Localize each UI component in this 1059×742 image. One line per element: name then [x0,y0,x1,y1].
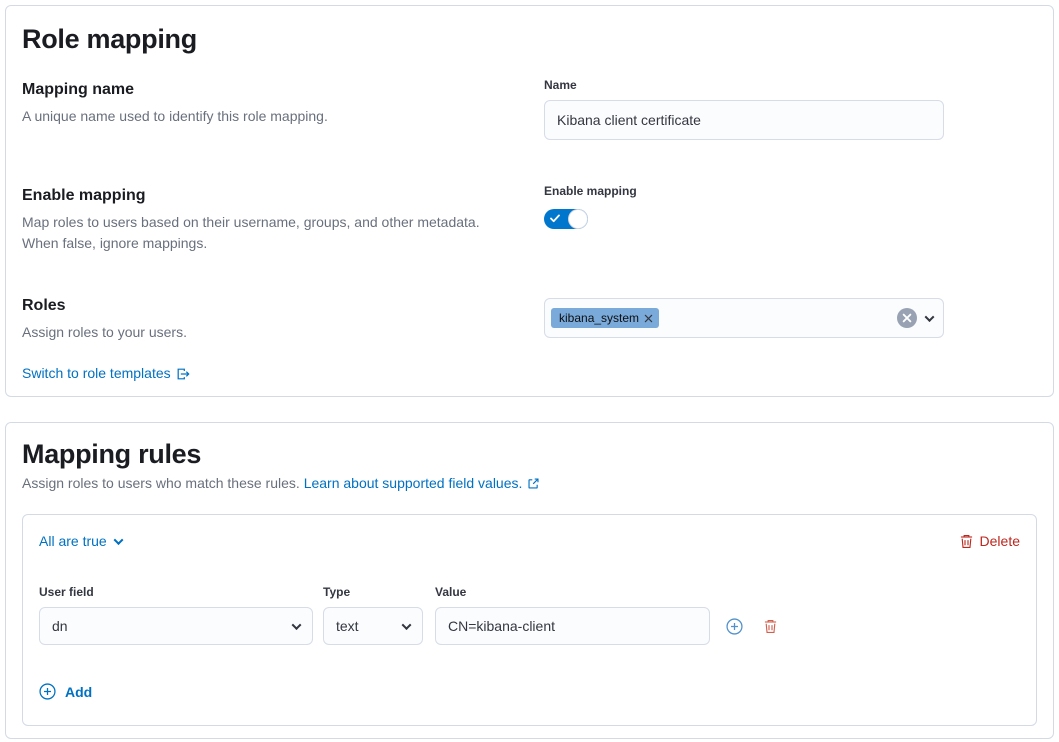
value-field-block: Value [435,585,710,645]
type-field-label: Type [323,585,423,600]
switch-link-row: Switch to role templates [22,363,1037,384]
enable-mapping-field-col: Enable mapping [544,184,944,254]
enable-mapping-toggle[interactable] [544,209,588,229]
role-badge[interactable]: kibana_system [551,308,659,328]
check-icon [550,214,560,223]
name-input[interactable] [544,100,944,140]
roles-combobox-controls [897,308,933,328]
mapping-name-field-col: Name [544,78,944,140]
rule-group-box: All are true Delete User field dn [22,514,1037,726]
add-rule-label: Add [65,684,92,700]
roles-combobox[interactable]: kibana_system [544,298,944,338]
badge-remove-icon[interactable] [644,314,653,323]
type-value: text [336,618,359,634]
roles-field-col: kibana_system [544,294,944,343]
user-field-value: dn [52,618,68,634]
enable-mapping-description: Map roles to users based on their userna… [22,212,504,254]
delete-group-button[interactable]: Delete [959,533,1020,549]
rule-row-actions [724,607,780,645]
enable-mapping-heading: Enable mapping [22,184,504,208]
role-mapping-panel: Role mapping Mapping name A unique name … [5,5,1054,397]
role-badge-label: kibana_system [559,309,639,327]
user-field-select[interactable]: dn [39,607,313,645]
roles-row: Roles Assign roles to your users. kibana… [22,294,1037,343]
roles-description-col: Roles Assign roles to your users. [22,294,544,343]
mapping-rules-title: Mapping rules [22,437,1037,471]
mapping-rules-description-text: Assign roles to users who match these ru… [22,475,300,491]
type-select[interactable]: text [323,607,423,645]
name-field-label: Name [544,78,944,93]
plus-in-circle-icon [39,683,56,700]
clear-selection-icon[interactable] [897,308,917,328]
enable-mapping-description-col: Enable mapping Map roles to users based … [22,184,544,254]
mapping-name-description: A unique name used to identify this role… [22,106,504,127]
mapping-rules-description: Assign roles to users who match these ru… [22,473,1037,494]
chevron-down-icon [402,620,412,630]
enable-mapping-row: Enable mapping Map roles to users based … [22,184,1037,254]
delete-rule-button[interactable] [760,616,780,636]
delete-group-label: Delete [980,533,1020,549]
condition-label: All are true [39,533,107,549]
trash-icon [763,619,778,634]
condition-dropdown[interactable]: All are true [39,533,122,549]
mapping-name-description-col: Mapping name A unique name used to ident… [22,78,544,140]
value-input[interactable] [435,607,710,645]
value-field-label: Value [435,585,710,600]
input-output-icon [176,367,190,381]
enable-mapping-toggle-label: Enable mapping [544,184,944,199]
add-rule-inline-button[interactable] [724,616,744,636]
learn-link-label: Learn about supported field values. [304,473,523,494]
type-field-block: Type text [323,585,423,645]
roles-description: Assign roles to your users. [22,322,504,343]
rule-group-header: All are true Delete [39,529,1020,553]
chevron-down-icon [292,620,302,630]
roles-heading: Roles [22,294,504,318]
add-rule-button[interactable]: Add [39,683,92,700]
chevron-down-icon [113,535,123,545]
switch-link-label: Switch to role templates [22,363,171,384]
mapping-name-heading: Mapping name [22,78,504,102]
rule-row: User field dn Type text Value [39,585,1020,645]
add-row: Add [39,683,1020,705]
user-field-block: User field dn [39,585,313,645]
chevron-down-icon[interactable] [925,312,935,322]
toggle-knob [569,210,587,228]
plus-in-circle-icon [726,618,743,635]
mapping-rules-panel: Mapping rules Assign roles to users who … [5,422,1054,739]
learn-field-values-link[interactable]: Learn about supported field values. [304,473,541,494]
switch-to-role-templates-link[interactable]: Switch to role templates [22,363,190,384]
mapping-name-row: Mapping name A unique name used to ident… [22,78,1037,140]
user-field-label: User field [39,585,313,600]
external-link-icon [527,477,540,490]
trash-icon [959,534,974,549]
role-mapping-title: Role mapping [22,22,1037,56]
